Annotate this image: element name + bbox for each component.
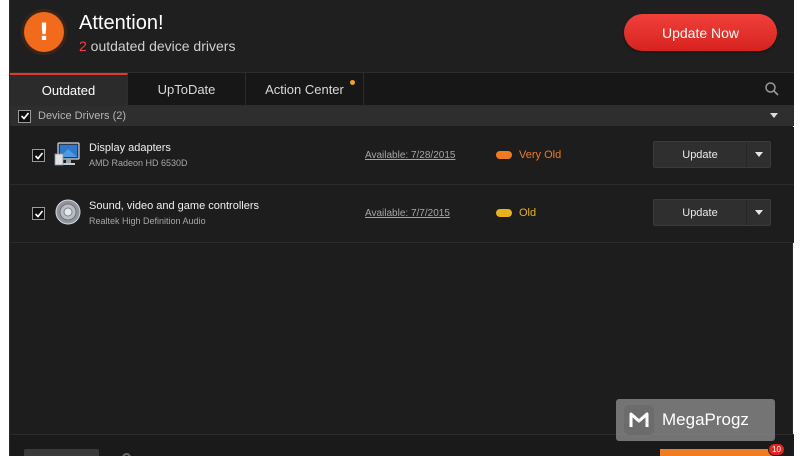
tab-outdated[interactable]: Outdated [10, 73, 128, 106]
collapse-chevron-icon[interactable] [770, 113, 778, 118]
watermark-logo-icon [624, 405, 654, 435]
device-drivers-group: Device Drivers (2) [10, 106, 794, 126]
watermark-text: MegaProgz [662, 410, 749, 429]
available-date-link[interactable]: Available: 7/7/2015 [365, 208, 450, 219]
checkmark-icon [34, 151, 43, 160]
row-checkbox[interactable] [32, 207, 45, 220]
driver-row: Display adapters AMD Radeon HD 6530D Ava… [10, 127, 794, 185]
alert-icon: ! [24, 12, 64, 52]
app-window: ! Attention! 2 outdated device drivers U… [9, 0, 794, 456]
footer-button[interactable] [24, 449, 99, 456]
tab-bar: Outdated UpToDate Action Center [10, 72, 794, 106]
status-summary: 2 outdated device drivers [79, 38, 235, 54]
tab-action-center-label: Action Center [265, 82, 344, 97]
status-summary-text: outdated device drivers [86, 38, 236, 54]
group-label: Device Drivers (2) [38, 110, 127, 122]
outdated-count: 2 [79, 38, 87, 54]
update-options-chevron-icon[interactable] [747, 210, 770, 215]
device-model: AMD Radeon HD 6530D [89, 158, 188, 168]
update-button-label[interactable]: Update [654, 142, 747, 167]
update-now-button[interactable]: Update Now [624, 14, 777, 51]
update-button-label[interactable]: Update [654, 200, 747, 225]
update-options-chevron-icon[interactable] [747, 152, 770, 157]
checkmark-icon [34, 209, 43, 218]
tab-uptodate[interactable]: UpToDate [128, 73, 246, 106]
checkmark-icon [20, 112, 29, 120]
group-checkbox[interactable] [18, 109, 31, 123]
status-text: Very Old [519, 149, 562, 161]
status-text: Old [519, 207, 537, 219]
page-title: Attention! [79, 12, 164, 34]
available-date-link[interactable]: Available: 7/28/2015 [365, 150, 455, 161]
update-driver-button[interactable]: Update [653, 199, 771, 226]
update-driver-button[interactable]: Update [653, 141, 771, 168]
watermark: MegaProgz [616, 399, 775, 441]
status-pill-icon [496, 209, 512, 217]
device-name: Sound, video and game controllers [89, 200, 259, 212]
speaker-icon [55, 199, 81, 225]
count-badge: 10 [768, 443, 785, 456]
device-name: Display adapters [89, 142, 171, 154]
driver-age-status: Very Old [496, 149, 561, 161]
notification-dot-icon [350, 80, 355, 85]
status-pill-icon [496, 151, 512, 159]
device-model: Realtek High Definition Audio [89, 216, 206, 226]
update-all-button[interactable] [660, 449, 774, 456]
driver-row: Sound, video and game controllers Realte… [10, 185, 794, 243]
tab-action-center[interactable]: Action Center [246, 73, 364, 106]
header: ! Attention! 2 outdated device drivers U… [10, 0, 794, 72]
row-checkbox[interactable] [32, 149, 45, 162]
monitor-icon [54, 142, 80, 166]
driver-age-status: Old [496, 207, 536, 219]
search-icon[interactable] [764, 81, 780, 97]
